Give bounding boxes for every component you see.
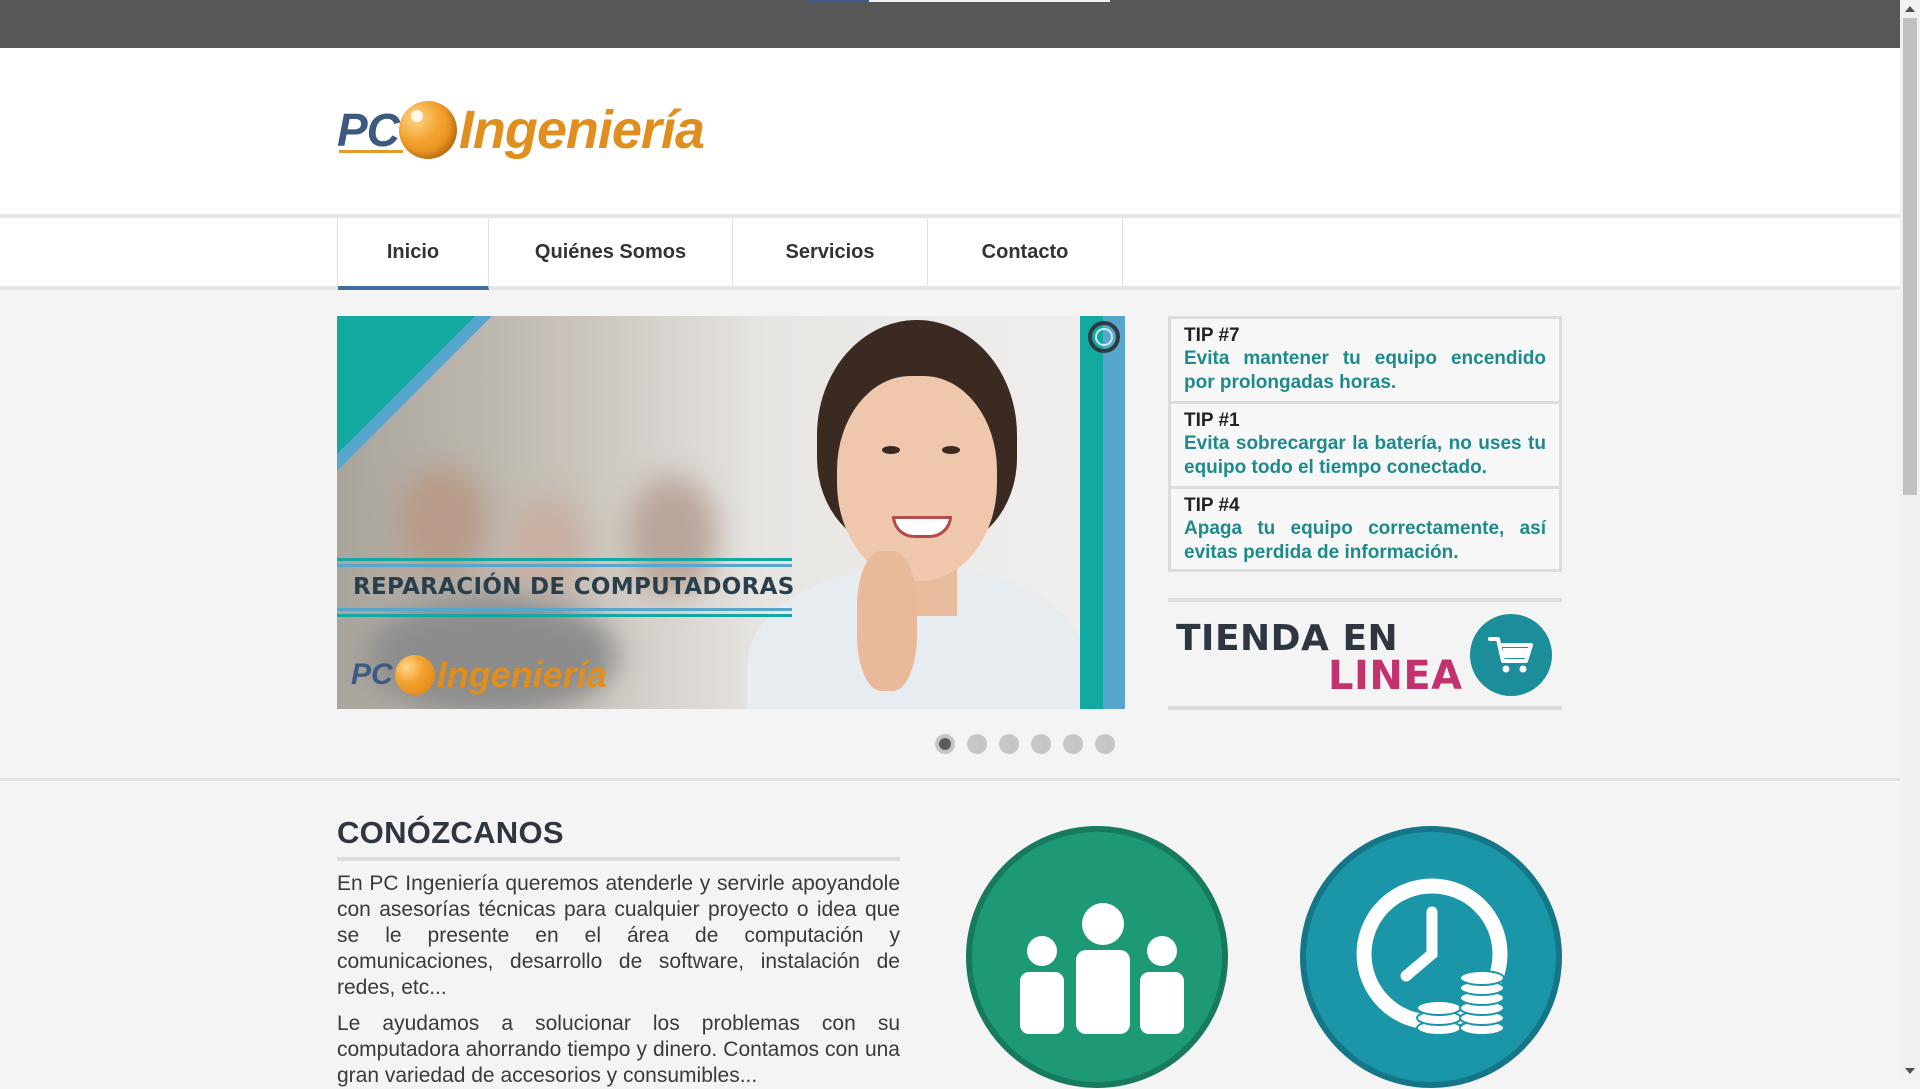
cart-icon[interactable] (1470, 614, 1552, 696)
tip-item: TIP #4 Apaga tu equipo correctamente, as… (1171, 489, 1559, 574)
about-paragraph: En PC Ingeniería queremos atenderle y se… (337, 872, 900, 999)
slide-logo-name: Ingeniería (436, 654, 607, 695)
tip-title: TIP #1 (1184, 410, 1240, 431)
slider-dot[interactable] (999, 734, 1019, 754)
slide-logo-ball-icon (394, 655, 435, 695)
caption-stripe (337, 564, 792, 567)
page-scrollbar[interactable] (1900, 0, 1920, 1080)
tip-title: TIP #4 (1184, 495, 1240, 516)
slider-dot[interactable] (1031, 734, 1051, 754)
slide-logo-pc: PC (351, 658, 393, 691)
team-icon (966, 826, 1228, 1088)
nav-item-servicios[interactable]: Servicios (733, 218, 928, 286)
section-divider (0, 778, 1900, 781)
main-nav-bar: Inicio Quiénes Somos Servicios Contacto (0, 214, 1900, 290)
tip-text: Evita sobrecargar la batería, no uses tu… (1184, 433, 1546, 478)
logo-ball-icon (398, 101, 457, 159)
about-title: CONÓZCANOS (337, 815, 900, 861)
tip-text: Apaga tu equipo correctamente, así evita… (1184, 518, 1546, 563)
slide-logo: PC Ingeniería (351, 654, 607, 696)
slider-pagination (935, 734, 1115, 754)
logo-pc-text: PC (337, 104, 403, 156)
about-paragraph: Le ayudamos a solucionar los problemas c… (337, 1012, 900, 1087)
nav-item-inicio[interactable]: Inicio (338, 218, 489, 290)
site-logo[interactable]: PC Ingeniería (337, 95, 705, 165)
tip-text: Evita mantener tu equipo encendido por p… (1184, 348, 1546, 393)
browser-top-bar (0, 0, 1900, 48)
logo-name-text: Ingeniería (458, 100, 705, 160)
nav-item-quienes-somos[interactable]: Quiénes Somos (489, 218, 733, 286)
about-section: CONÓZCANOS En PC Ingeniería queremos ate… (337, 815, 900, 1089)
tip-title: TIP #7 (1184, 325, 1240, 346)
slide-photo-hand (857, 551, 917, 691)
tip-item: TIP #7 Evita mantener tu equipo encendid… (1171, 319, 1559, 404)
hero-slider[interactable]: REPARACIÓN DE COMPUTADORAS PC Ingeniería (337, 316, 1125, 709)
slider-dot[interactable] (967, 734, 987, 754)
nav-item-contacto[interactable]: Contacto (928, 218, 1123, 286)
top-bar-accent (808, 0, 869, 2)
slide-caption: REPARACIÓN DE COMPUTADORAS (353, 574, 795, 600)
store-line2: LINEA (1328, 653, 1463, 699)
site-header: PC Ingeniería (0, 48, 1900, 214)
slider-dot[interactable] (1095, 734, 1115, 754)
main-nav: Inicio Quiénes Somos Servicios Contacto (337, 218, 1123, 290)
slide-side-bar-inner (1103, 316, 1125, 709)
scroll-thumb[interactable] (1903, 18, 1917, 495)
slide-photo-face (837, 376, 997, 581)
slide-photo-eye (942, 446, 960, 454)
caption-stripe (337, 608, 792, 611)
slider-timer-icon[interactable] (1088, 321, 1120, 353)
online-store-banner[interactable]: TIENDA EN LINEA (1168, 598, 1562, 710)
top-bar-highlight (869, 0, 1110, 2)
tips-panel: TIP #7 Evita mantener tu equipo encendid… (1168, 316, 1562, 572)
slider-dot[interactable] (1063, 734, 1083, 754)
slide-photo-eye (882, 446, 900, 454)
tip-item: TIP #1 Evita sobrecargar la batería, no … (1171, 404, 1559, 489)
caption-stripe (337, 614, 792, 617)
slide-corner-accent-inner (337, 316, 475, 454)
time-money-icon (1300, 826, 1562, 1088)
scroll-down-icon[interactable] (1905, 1068, 1915, 1074)
caption-stripe (337, 558, 792, 561)
scroll-up-icon[interactable] (1905, 6, 1915, 12)
slider-dot[interactable] (935, 734, 955, 754)
